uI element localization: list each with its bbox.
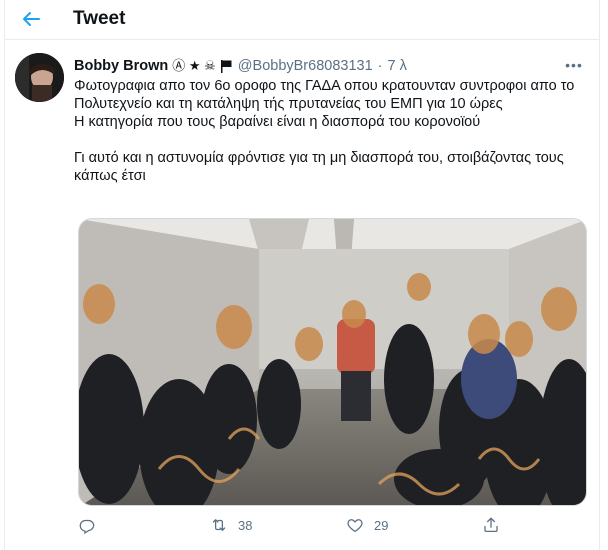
retweet-button[interactable]: 38 — [210, 514, 252, 536]
author-handle[interactable]: @BobbyBr68083131 — [238, 57, 373, 75]
name-emoji-text: Ⓐ ★ ☠ — [172, 58, 216, 73]
heart-icon — [347, 519, 363, 533]
page-title: Tweet — [73, 8, 126, 29]
back-arrow-icon — [23, 12, 40, 26]
tweet-time[interactable]: 7 λ — [388, 57, 407, 75]
reply-button[interactable] — [78, 514, 106, 536]
retweet-count: 38 — [238, 517, 253, 533]
page-header: Tweet — [5, 0, 599, 40]
like-count: 29 — [374, 517, 389, 533]
photo-image — [79, 219, 586, 505]
avatar-image — [15, 53, 64, 102]
share-icon — [484, 517, 498, 533]
avatar[interactable] — [15, 53, 64, 102]
reply-icon — [79, 519, 95, 534]
name-emojis: Ⓐ ★ ☠ — [172, 57, 233, 75]
time-separator: · — [377, 58, 383, 74]
share-button[interactable] — [482, 514, 500, 536]
more-options-icon[interactable]: ••• — [563, 58, 585, 72]
tweet-text: Φωτογραφια απο τον 6ο οροφο της ΓΑΔΑ οπο… — [74, 77, 590, 185]
back-button[interactable] — [19, 7, 43, 31]
tweet-line: Φωτογραφια απο τον 6ο οροφο της ΓΑΔΑ οπο… — [74, 78, 575, 112]
tweet-line: Η κατηγορία που τους βαραίνει είναι η δι… — [74, 114, 481, 130]
retweet-icon — [212, 519, 226, 531]
author-name[interactable]: Bobby Brown — [74, 57, 168, 75]
tweet-line: Γι αυτό και η αστυνομία φρόντισε για τη … — [74, 150, 564, 184]
author-row: Bobby Brown Ⓐ ★ ☠ @BobbyBr68083131 · 7 λ — [74, 57, 407, 75]
flag-icon — [220, 60, 232, 73]
tweet-page: Tweet Bobby Brown Ⓐ ★ ☠ @BobbyBr68083131… — [4, 0, 600, 550]
tweet-photo[interactable] — [78, 218, 587, 506]
like-button[interactable]: 29 — [346, 514, 388, 536]
tweet-actions: 38 29 — [74, 514, 534, 536]
